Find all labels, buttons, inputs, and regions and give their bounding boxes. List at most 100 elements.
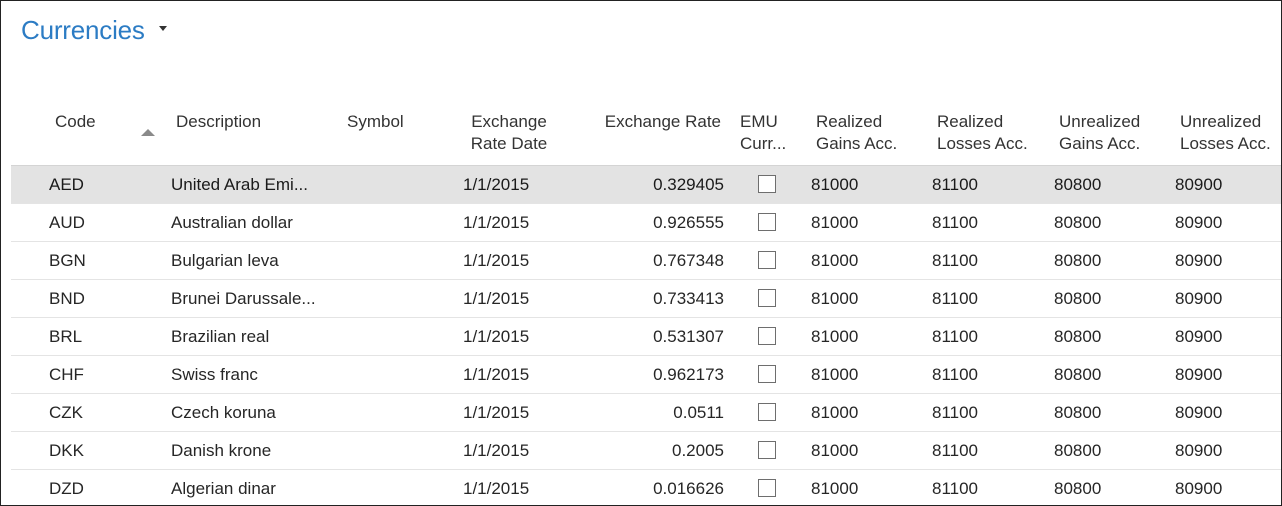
cell-description: Australian dollar xyxy=(171,213,293,232)
table-row[interactable]: CZK Czech koruna 1/1/2015 0.0511 81000 81100 8… xyxy=(11,394,1281,432)
cell-exchange-rate: 0.926555 xyxy=(653,213,724,232)
cell-exchange-rate: 0.531307 xyxy=(653,327,724,346)
cell-exchange-rate-date: 1/1/2015 xyxy=(463,365,530,384)
cell-exchange-rate-date: 1/1/2015 xyxy=(463,479,530,498)
cell-code: AUD xyxy=(49,213,85,232)
cell-realized-gains: 81000 xyxy=(811,251,859,270)
cell-realized-gains: 81000 xyxy=(811,441,859,460)
currencies-grid: Code Description Symbol Exchange Rate Dat… xyxy=(11,101,1281,505)
table-row[interactable]: BND Brunei Darussale... 1/1/2015 0.733413 81… xyxy=(11,280,1281,318)
cell-unrealized-losses: 80900 xyxy=(1175,175,1223,194)
cell-exchange-rate-date: 1/1/2015 xyxy=(463,327,530,346)
cell-realized-losses: 81100 xyxy=(932,327,979,346)
column-header-emu-currency[interactable]: EMU Curr... xyxy=(740,111,786,155)
cell-code: BND xyxy=(49,289,85,308)
cell-realized-gains: 81000 xyxy=(811,289,859,308)
column-header-exchange-rate[interactable]: Exchange Rate xyxy=(581,111,721,133)
cell-unrealized-gains: 80800 xyxy=(1054,175,1102,194)
cell-unrealized-losses: 80900 xyxy=(1175,441,1223,460)
cell-realized-losses: 81100 xyxy=(932,441,979,460)
cell-realized-losses: 81100 xyxy=(932,365,979,384)
column-header-description[interactable]: Description xyxy=(176,111,261,133)
table-row[interactable]: DKK Danish krone 1/1/2015 0.2005 81000 81100 8… xyxy=(11,432,1281,470)
cell-exchange-rate-date: 1/1/2015 xyxy=(463,403,530,422)
cell-unrealized-gains: 80800 xyxy=(1054,213,1102,232)
cell-unrealized-gains: 80800 xyxy=(1054,365,1102,384)
table-row[interactable]: AUD Australian dollar 1/1/2015 0.926555 8100… xyxy=(11,204,1281,242)
column-header-unrealized-gains[interactable]: Unrealized Gains Acc. xyxy=(1059,111,1140,155)
emu-currency-checkbox[interactable] xyxy=(758,327,776,345)
cell-symbol xyxy=(347,318,447,355)
cell-code: BRL xyxy=(49,327,83,346)
cell-realized-gains: 81000 xyxy=(811,479,859,498)
table-row[interactable]: BRL Brazilian real 1/1/2015 0.531307 81000 81… xyxy=(11,318,1281,356)
cell-description: Bulgarian leva xyxy=(171,251,279,270)
emu-currency-checkbox[interactable] xyxy=(758,251,776,269)
table-row[interactable]: AED United Arab Emi... 1/1/2015 0.329405 810… xyxy=(11,166,1281,204)
cell-description: United Arab Emi... xyxy=(171,175,309,194)
cell-exchange-rate: 0.767348 xyxy=(653,251,724,270)
cell-exchange-rate: 0.329405 xyxy=(653,175,724,194)
cell-realized-gains: 81000 xyxy=(811,403,859,422)
cell-realized-losses: 81100 xyxy=(932,213,979,232)
emu-currency-checkbox[interactable] xyxy=(758,403,776,421)
cell-exchange-rate: 0.0511 xyxy=(673,403,724,422)
cell-realized-losses: 81100 xyxy=(932,175,979,194)
emu-currency-checkbox[interactable] xyxy=(758,479,776,497)
table-row[interactable]: CHF Swiss franc 1/1/2015 0.962173 81000 81100… xyxy=(11,356,1281,394)
table-row[interactable]: DZD Algerian dinar 1/1/2015 0.016626 81000 81… xyxy=(11,470,1281,505)
cell-description: Brunei Darussale... xyxy=(171,289,316,308)
cell-symbol xyxy=(347,204,447,241)
cell-code: BGN xyxy=(49,251,86,270)
cell-realized-gains: 81000 xyxy=(811,327,859,346)
column-header-exchange-rate-date[interactable]: Exchange Rate Date xyxy=(457,111,561,155)
cell-unrealized-gains: 80800 xyxy=(1054,441,1102,460)
table-row[interactable]: BGN Bulgarian leva 1/1/2015 0.767348 81000 81… xyxy=(11,242,1281,280)
cell-symbol xyxy=(347,394,447,431)
column-header-realized-gains[interactable]: Realized Gains Acc. xyxy=(816,111,897,155)
emu-currency-checkbox[interactable] xyxy=(758,441,776,459)
cell-description: Swiss franc xyxy=(171,365,258,384)
sort-ascending-icon xyxy=(141,129,155,136)
emu-currency-checkbox[interactable] xyxy=(758,213,776,231)
page-title: Currencies xyxy=(21,15,145,45)
cell-symbol xyxy=(347,432,447,469)
cell-unrealized-losses: 80900 xyxy=(1175,403,1223,422)
cell-unrealized-gains: 80800 xyxy=(1054,251,1102,270)
cell-exchange-rate: 0.2005 xyxy=(672,441,724,460)
emu-currency-checkbox[interactable] xyxy=(758,365,776,383)
title-bar: Currencies xyxy=(21,15,167,46)
emu-currency-checkbox[interactable] xyxy=(758,175,776,193)
column-header-symbol[interactable]: Symbol xyxy=(347,111,404,133)
cell-symbol xyxy=(347,470,447,505)
column-header-unrealized-losses[interactable]: Unrealized Losses Acc. xyxy=(1180,111,1271,155)
column-header-code[interactable]: Code xyxy=(55,111,96,133)
cell-exchange-rate-date: 1/1/2015 xyxy=(463,213,530,232)
grid-body: AED United Arab Emi... 1/1/2015 0.329405 810… xyxy=(11,166,1281,505)
cell-unrealized-gains: 80800 xyxy=(1054,403,1102,422)
currencies-window: Currencies Code Description Symbol Excha… xyxy=(0,0,1282,506)
grid-header: Code Description Symbol Exchange Rate Dat… xyxy=(11,101,1281,166)
cell-description: Algerian dinar xyxy=(171,479,276,498)
cell-unrealized-losses: 80900 xyxy=(1175,289,1223,308)
cell-symbol xyxy=(347,356,447,393)
cell-exchange-rate-date: 1/1/2015 xyxy=(463,175,530,194)
title-menu-caret-icon[interactable] xyxy=(158,26,167,31)
cell-unrealized-gains: 80800 xyxy=(1054,327,1102,346)
cell-unrealized-losses: 80900 xyxy=(1175,251,1223,270)
cell-symbol xyxy=(347,242,447,279)
cell-unrealized-gains: 80800 xyxy=(1054,289,1102,308)
column-header-realized-losses[interactable]: Realized Losses Acc. xyxy=(937,111,1028,155)
cell-realized-gains: 81000 xyxy=(811,213,859,232)
cell-description: Czech koruna xyxy=(171,403,276,422)
cell-unrealized-losses: 80900 xyxy=(1175,327,1223,346)
cell-symbol xyxy=(347,166,447,203)
cell-realized-gains: 81000 xyxy=(811,175,859,194)
cell-unrealized-gains: 80800 xyxy=(1054,479,1102,498)
cell-realized-losses: 81100 xyxy=(932,403,979,422)
cell-realized-losses: 81100 xyxy=(932,251,979,270)
cell-exchange-rate-date: 1/1/2015 xyxy=(463,251,530,270)
cell-symbol xyxy=(347,280,447,317)
cell-description: Danish krone xyxy=(171,441,272,460)
emu-currency-checkbox[interactable] xyxy=(758,289,776,307)
